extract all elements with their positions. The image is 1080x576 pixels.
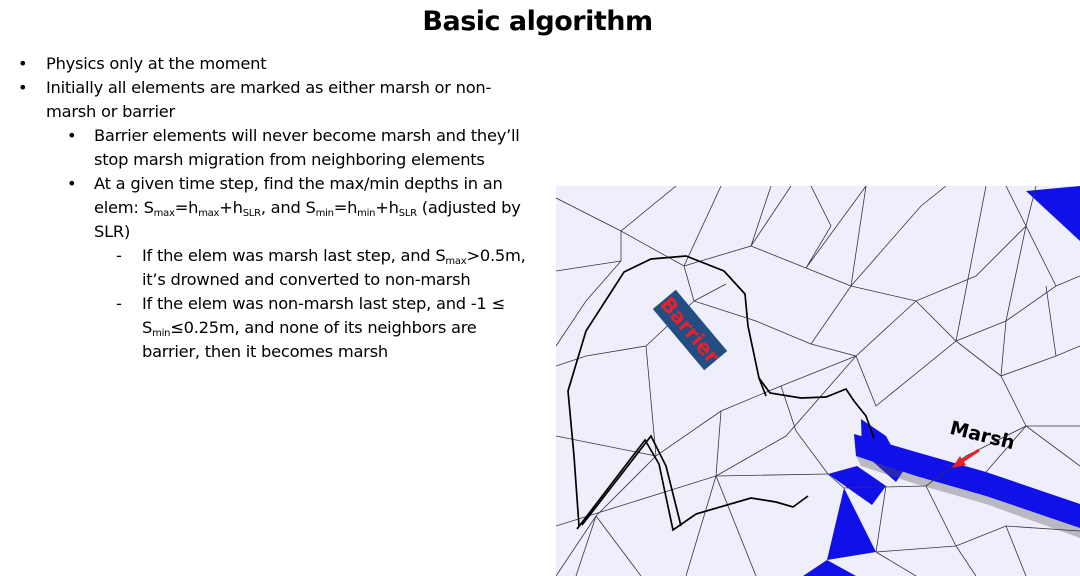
slide-title: Basic algorithm [422,6,653,37]
dash-marker: - [116,246,122,265]
bullet-item: • At a given time step, find the max/min… [0,172,545,244]
bullet-text: Physics only at the moment [46,54,267,73]
bullet-text: Initially all elements are marked as eit… [46,78,492,121]
bullet-marker: • [18,54,28,73]
marsh-channel [854,434,1080,528]
marsh-triangle [828,466,886,505]
dash-marker: - [116,294,122,313]
bullet-text: If the elem was non-marsh last step, and… [142,294,505,361]
bullet-marker: • [67,174,77,193]
bullet-item: • Barrier elements will never become mar… [0,124,545,172]
bullet-item: • Initially all elements are marked as e… [0,76,545,124]
bullet-text: At a given time step, find the max/min d… [94,174,521,241]
bullet-item: - If the elem was marsh last step, and S… [0,244,545,292]
bullet-item: - If the elem was non-marsh last step, a… [0,292,545,364]
mesh-svg [556,186,1080,576]
mesh-lines [556,186,1080,576]
bullet-marker: • [67,126,77,145]
marsh-triangle [803,560,856,576]
bullet-item: • Physics only at the moment [0,52,545,76]
bullet-text: If the elem was marsh last step, and Sma… [142,246,526,289]
bullet-list: • Physics only at the moment • Initially… [0,52,545,364]
mesh-figure [556,186,1080,576]
bullet-marker: • [18,78,28,97]
bullet-text: Barrier elements will never become marsh… [94,126,520,169]
marsh-arrow-icon [952,448,980,468]
